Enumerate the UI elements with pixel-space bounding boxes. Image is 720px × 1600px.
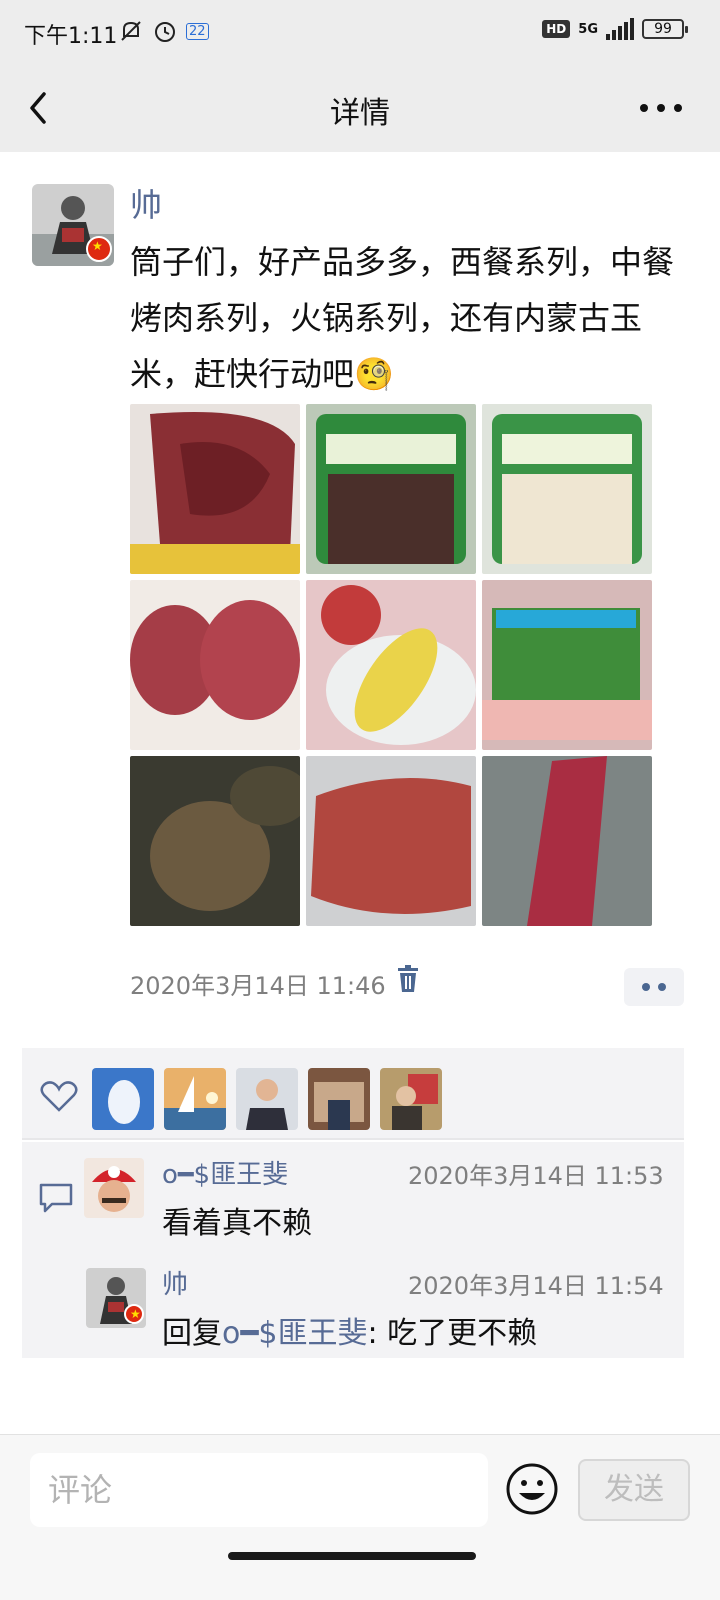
nav-header: 详情 [0,64,720,152]
comment-input-bar: 发送 [0,1434,720,1600]
battery-icon: 99 [642,19,688,39]
post-image-5[interactable] [306,580,476,750]
like-user-avatar-5[interactable] [380,1068,442,1130]
like-user-avatar-2[interactable] [164,1068,226,1130]
comments-section: o━$匪王斐 2020年3月14日 11:53 看着真不赖 帅 2020年3月1… [22,1142,684,1358]
post-image-6[interactable] [482,580,652,750]
home-indicator[interactable] [228,1552,476,1560]
like-comment-menu-button[interactable] [624,968,684,1006]
emoji-icon[interactable] [504,1461,560,1517]
post-author-name[interactable]: 帅 [130,180,162,226]
reply-text: : 吃了更不赖 [367,1316,538,1351]
mute-icon [121,21,141,41]
hd-icon: HD [542,20,571,38]
alarm-icon [155,22,175,42]
post-image-7[interactable] [130,756,300,926]
status-bar: 下午1:11 22 HD 5G 99 [0,0,720,64]
delete-trash-icon[interactable] [396,964,420,994]
china-flag-badge [124,1304,144,1324]
post-image-3[interactable] [482,404,652,574]
like-user-avatar-1[interactable] [92,1068,154,1130]
like-user-avatar-4[interactable] [308,1068,370,1130]
post-image-grid [130,404,654,926]
heart-icon [40,1081,78,1112]
comment-timestamp: 2020年3月14日 11:54 [408,1272,664,1300]
comment-input[interactable] [30,1453,488,1527]
post-image-9[interactable] [482,756,652,926]
status-icons-left: 22 [118,18,209,44]
like-user-avatar-3[interactable] [236,1068,298,1130]
china-flag-badge [86,236,112,262]
likes-section [22,1048,684,1140]
post-timestamp: 2020年3月14日 11:46 [130,972,386,1000]
date-badge: 22 [186,22,209,40]
comment-author-name[interactable]: o━$匪王斐 [162,1154,288,1191]
post-image-1[interactable] [130,404,300,574]
comment-bubble-icon [39,1183,73,1213]
signal-icon [606,18,634,40]
commenter-avatar[interactable] [84,1158,144,1218]
comment-text[interactable]: 看着真不赖 [162,1198,312,1242]
comment-text[interactable]: 回复o━$匪王斐: 吃了更不赖 [162,1308,537,1352]
comment-author-name[interactable]: 帅 [162,1264,188,1301]
post-image-2[interactable] [306,404,476,574]
status-icons-right: HD 5G 99 [542,18,688,40]
more-button[interactable] [636,88,686,128]
page-title: 详情 [330,96,390,131]
send-button[interactable]: 发送 [578,1459,690,1521]
status-time: 下午1:11 [24,24,118,49]
post-image-8[interactable] [306,756,476,926]
comment-timestamp: 2020年3月14日 11:53 [408,1162,664,1190]
network-label: 5G [578,21,598,37]
reply-prefix: 回复 [162,1316,222,1351]
post-image-4[interactable] [130,580,300,750]
reply-mention[interactable]: o━$匪王斐 [222,1316,368,1351]
post-text: 筒子们，好产品多多，西餐系列，中餐烤肉系列，火锅系列，还有内蒙古玉米，赶快行动吧… [130,243,675,393]
